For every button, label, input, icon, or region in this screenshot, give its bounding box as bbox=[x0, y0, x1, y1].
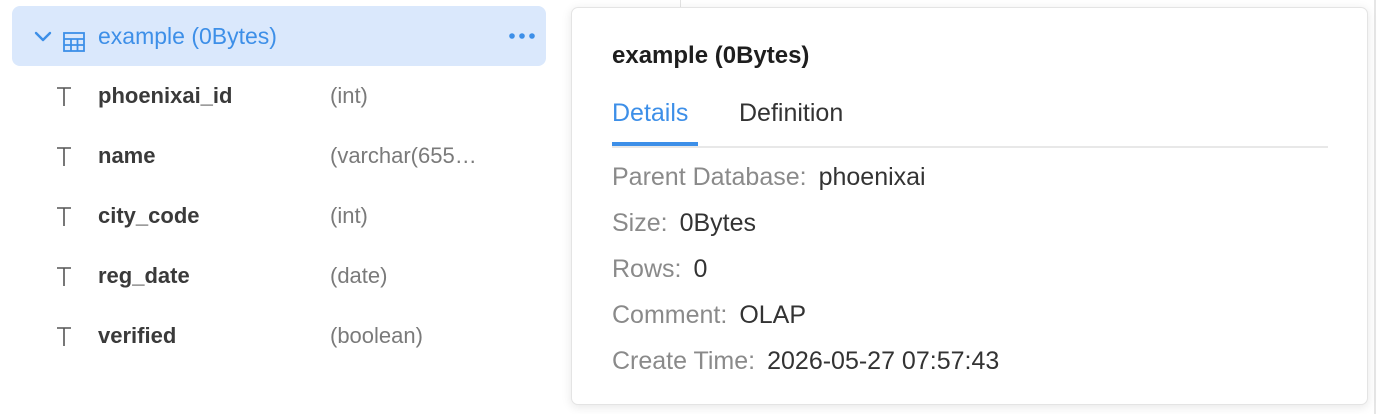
detail-label: Comment: bbox=[612, 301, 728, 329]
popover-tabs: Details Definition bbox=[612, 96, 1328, 148]
column-type: (int) bbox=[330, 203, 368, 228]
detail-label: Create Time: bbox=[612, 347, 756, 375]
tab-details[interactable]: Details bbox=[612, 96, 698, 146]
active-tab-indicator bbox=[612, 142, 698, 146]
detail-comment: Comment: OLAP bbox=[612, 298, 806, 332]
tree-column-row[interactable]: phoenixai_id (int) bbox=[12, 66, 546, 126]
text-type-icon bbox=[54, 326, 74, 348]
text-type-icon bbox=[54, 206, 74, 228]
column-type: (boolean) bbox=[330, 323, 423, 348]
table-details-popover: example (0Bytes) Details Definition Pare… bbox=[571, 7, 1368, 405]
detail-create-time: Create Time: 2026-05-27 07:57:43 bbox=[612, 344, 999, 378]
table-name-label: example (0Bytes) bbox=[98, 23, 277, 49]
detail-value: 0Bytes bbox=[679, 209, 757, 237]
detail-value: phoenixai bbox=[818, 163, 926, 191]
detail-label: Rows: bbox=[612, 255, 682, 283]
schema-browser: example (0Bytes) phoenixai_id (int) name… bbox=[0, 0, 1378, 414]
tab-definition[interactable]: Definition bbox=[739, 96, 843, 144]
column-name: verified bbox=[98, 323, 177, 348]
schema-tree: example (0Bytes) phoenixai_id (int) name… bbox=[0, 0, 560, 414]
column-type: (int) bbox=[330, 83, 368, 108]
text-type-icon bbox=[54, 146, 74, 168]
more-horizontal-icon[interactable] bbox=[506, 24, 538, 48]
text-type-icon bbox=[54, 86, 74, 108]
detail-value: 2026-05-27 07:57:43 bbox=[767, 347, 1000, 375]
detail-rows: Rows: 0 bbox=[612, 252, 707, 286]
popover-title: example (0Bytes) bbox=[612, 42, 810, 69]
detail-value: OLAP bbox=[739, 301, 807, 329]
column-name: phoenixai_id bbox=[98, 83, 233, 108]
tree-column-row[interactable]: reg_date (date) bbox=[12, 246, 546, 306]
detail-label: Parent Database: bbox=[612, 163, 807, 191]
detail-size: Size: 0Bytes bbox=[612, 206, 756, 240]
tree-column-row[interactable]: city_code (int) bbox=[12, 186, 546, 246]
detail-label: Size: bbox=[612, 209, 668, 237]
detail-parent-database: Parent Database: phoenixai bbox=[612, 160, 926, 194]
column-type: (varchar(655… bbox=[330, 143, 477, 168]
tab-definition-label: Definition bbox=[739, 99, 844, 127]
tree-column-row[interactable]: verified (boolean) bbox=[12, 306, 546, 366]
column-name: city_code bbox=[98, 203, 200, 228]
column-name: reg_date bbox=[98, 263, 190, 288]
column-type: (date) bbox=[330, 263, 388, 288]
tab-details-label: Details bbox=[612, 99, 689, 127]
panel-edge-divider bbox=[1374, 0, 1376, 414]
text-type-icon bbox=[54, 266, 74, 288]
tree-table-row-example[interactable]: example (0Bytes) bbox=[12, 6, 546, 66]
table-icon bbox=[62, 30, 86, 54]
detail-value: 0 bbox=[693, 255, 708, 283]
column-name: name bbox=[98, 143, 156, 168]
tree-column-row[interactable]: name (varchar(655… bbox=[12, 126, 546, 186]
chevron-down-icon[interactable] bbox=[34, 30, 52, 44]
